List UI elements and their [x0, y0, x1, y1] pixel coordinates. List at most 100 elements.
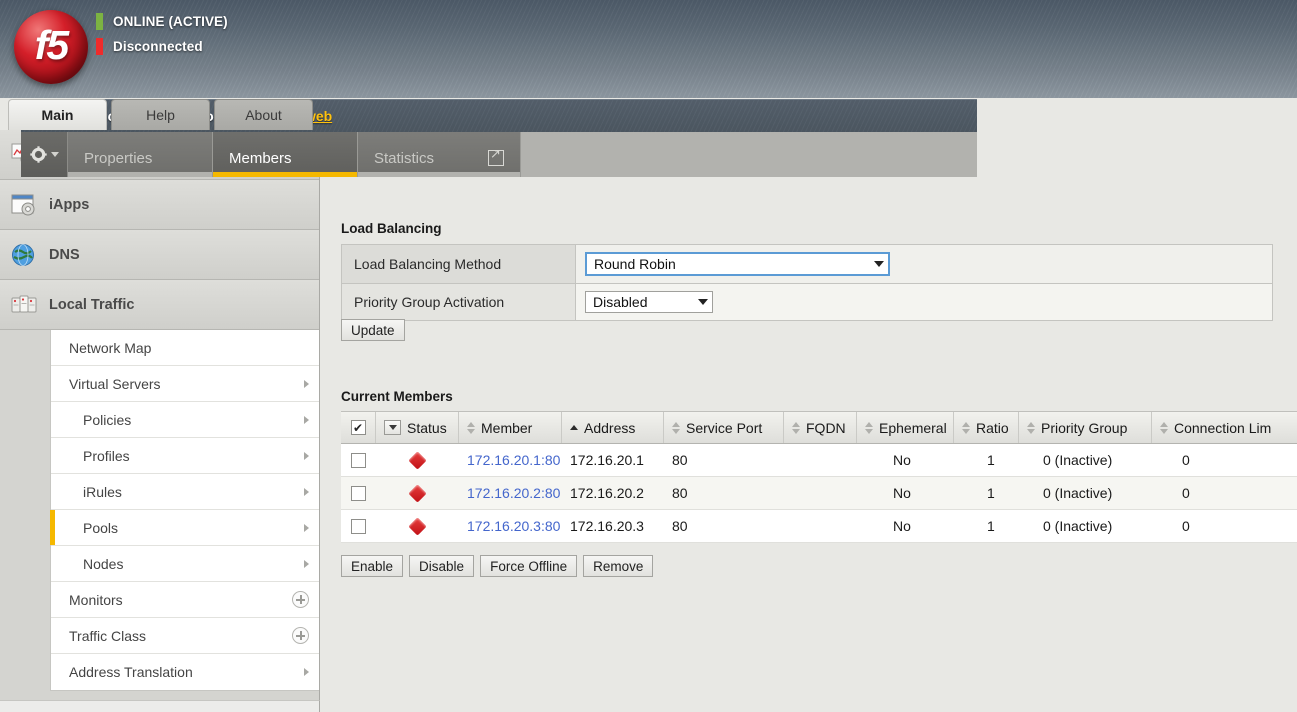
lb-method-select[interactable]: Round Robin — [585, 252, 890, 276]
table-row[interactable]: 172.16.20.3:80 172.16.20.3 80 No 1 0 (In… — [341, 510, 1297, 543]
select-all-header: ✔ — [341, 412, 376, 443]
tab-statistics[interactable]: Statistics — [358, 132, 521, 177]
iapps-window-gear-icon — [10, 192, 38, 218]
local-traffic-submenu: Network Map Virtual Servers Policies Pro… — [50, 330, 319, 691]
lb-method-label: Load Balancing Method — [342, 245, 576, 283]
sidebar-item-iapps[interactable]: iApps — [0, 180, 319, 230]
member-link[interactable]: 172.16.20.1:80 — [467, 452, 560, 468]
cell-service-port: 80 — [672, 518, 688, 534]
cell-address: 172.16.20.1 — [570, 452, 644, 468]
priority-group-select[interactable]: Disabled — [585, 291, 713, 313]
row-checkbox[interactable] — [351, 452, 366, 468]
enable-button[interactable]: Enable — [341, 555, 404, 577]
status-filter-icon[interactable] — [384, 420, 401, 435]
sidebar-item-monitors[interactable]: Monitors — [51, 582, 319, 618]
status-offline-icon — [408, 483, 427, 503]
priority-group-label: Priority Group Activation — [342, 284, 576, 320]
sidebar-item-irules-label: iRules — [83, 483, 122, 500]
column-header-ratio[interactable]: Ratio — [954, 412, 1019, 443]
status-block: ONLINE (ACTIVE) Disconnected — [96, 10, 228, 60]
sidebar-item-nodes[interactable]: Nodes — [51, 546, 319, 582]
member-link[interactable]: 172.16.20.3:80 — [467, 518, 560, 534]
chevron-right-icon — [304, 415, 309, 424]
cell-ephemeral: No — [893, 518, 911, 534]
remove-button[interactable]: Remove — [583, 555, 654, 577]
select-all-checkbox[interactable]: ✔ — [350, 420, 366, 435]
sidebar-item-profiles[interactable]: Profiles — [51, 438, 319, 474]
column-header-ephemeral-label: Ephemeral — [879, 419, 947, 436]
sort-asc-icon — [570, 425, 578, 430]
sidebar-item-nodes-label: Nodes — [83, 555, 124, 572]
tab-statistics-label: Statistics — [374, 150, 435, 167]
chevron-right-icon — [304, 379, 309, 388]
chevron-right-icon — [304, 523, 309, 532]
sidebar-item-local-traffic[interactable]: Local Traffic — [0, 280, 319, 330]
sidebar-item-address-translation-label: Address Translation — [69, 664, 193, 680]
row-checkbox[interactable] — [351, 485, 366, 501]
gear-icon — [29, 146, 47, 163]
cell-ratio: 1 — [987, 518, 995, 534]
tab-about[interactable]: About — [214, 99, 313, 130]
sort-icon — [467, 421, 475, 434]
cell-address: 172.16.20.2 — [570, 485, 644, 501]
column-header-address[interactable]: Address — [562, 412, 664, 443]
disable-button[interactable]: Disable — [409, 555, 475, 577]
dns-globe-icon — [10, 242, 38, 268]
load-balancing-title: Load Balancing — [341, 221, 442, 236]
sidebar-item-traffic-class[interactable]: Traffic Class — [51, 618, 319, 654]
update-button[interactable]: Update — [341, 319, 405, 341]
column-header-connection-limit[interactable]: Connection Lim — [1152, 412, 1297, 443]
status-online-label: ONLINE (ACTIVE) — [113, 13, 228, 29]
cell-ephemeral: No — [893, 452, 911, 468]
plus-circle-icon[interactable] — [292, 627, 309, 644]
sidebar-item-network-map[interactable]: Network Map — [51, 330, 319, 366]
row-checkbox[interactable] — [351, 518, 366, 534]
members-table-header: ✔ Status Member Address Service Port FQD… — [341, 411, 1297, 444]
sidebar-item-pools-label: Pools — [83, 519, 119, 536]
force-offline-button[interactable]: Force Offline — [480, 555, 578, 577]
f5-logo-text: f5 — [34, 21, 69, 68]
gear-menu-button[interactable] — [21, 132, 68, 177]
cell-connection-limit: 0 — [1182, 485, 1190, 501]
chevron-down-icon — [50, 152, 59, 157]
status-offline-icon — [408, 450, 427, 470]
sidebar-item-pools[interactable]: Pools — [50, 510, 319, 546]
table-row[interactable]: 172.16.20.2:80 172.16.20.2 80 No 1 0 (In… — [341, 477, 1297, 510]
chevron-right-icon — [304, 668, 309, 676]
column-header-member[interactable]: Member — [459, 412, 562, 443]
status-offline-icon — [408, 516, 427, 536]
column-header-priority-group[interactable]: Priority Group — [1019, 412, 1152, 443]
plus-circle-icon[interactable] — [292, 591, 309, 608]
cell-priority-group: 0 (Inactive) — [1043, 452, 1113, 468]
popout-arrow-icon[interactable] — [488, 146, 504, 166]
sidebar-item-dns[interactable]: DNS — [0, 230, 319, 280]
sidebar-item-irules[interactable]: iRules — [51, 474, 319, 510]
column-header-ratio-label: Ratio — [976, 419, 1009, 436]
chevron-down-icon — [698, 299, 708, 305]
status-online-line: ONLINE (ACTIVE) — [96, 10, 228, 32]
sidebar-item-virtual-servers[interactable]: Virtual Servers — [51, 366, 319, 402]
sidebar-item-iapps-label: iApps — [49, 196, 90, 213]
tab-main[interactable]: Main — [8, 99, 107, 130]
table-row[interactable]: 172.16.20.1:80 172.16.20.1 80 No 1 0 (In… — [341, 444, 1297, 477]
column-header-service-port[interactable]: Service Port — [664, 412, 784, 443]
column-header-ephemeral[interactable]: Ephemeral — [857, 412, 954, 443]
sidebar-horizontal-scrollbar[interactable] — [0, 700, 320, 712]
sidebar-item-address-translation[interactable]: Address Translation — [51, 654, 319, 690]
sort-icon — [1027, 421, 1035, 434]
load-balancing-form: Load Balancing Method Round Robin Priori… — [341, 244, 1273, 321]
tab-members[interactable]: Members — [213, 132, 358, 177]
local-traffic-servers-icon — [10, 292, 38, 318]
sidebar-item-policies[interactable]: Policies — [51, 402, 319, 438]
sidebar-item-monitors-label: Monitors — [69, 591, 123, 608]
sidebar-item-network-map-label: Network Map — [69, 339, 152, 356]
sidebar-item-policies-label: Policies — [83, 411, 132, 428]
primary-tab-bar: Main Help About — [8, 99, 313, 130]
tab-main-label: Main — [41, 107, 74, 123]
column-header-fqdn[interactable]: FQDN — [784, 412, 857, 443]
tab-properties[interactable]: Properties — [68, 132, 213, 177]
tab-help[interactable]: Help — [111, 99, 210, 130]
column-header-status[interactable]: Status — [376, 412, 459, 443]
member-link[interactable]: 172.16.20.2:80 — [467, 485, 560, 501]
disconnected-indicator-bar — [96, 37, 103, 55]
